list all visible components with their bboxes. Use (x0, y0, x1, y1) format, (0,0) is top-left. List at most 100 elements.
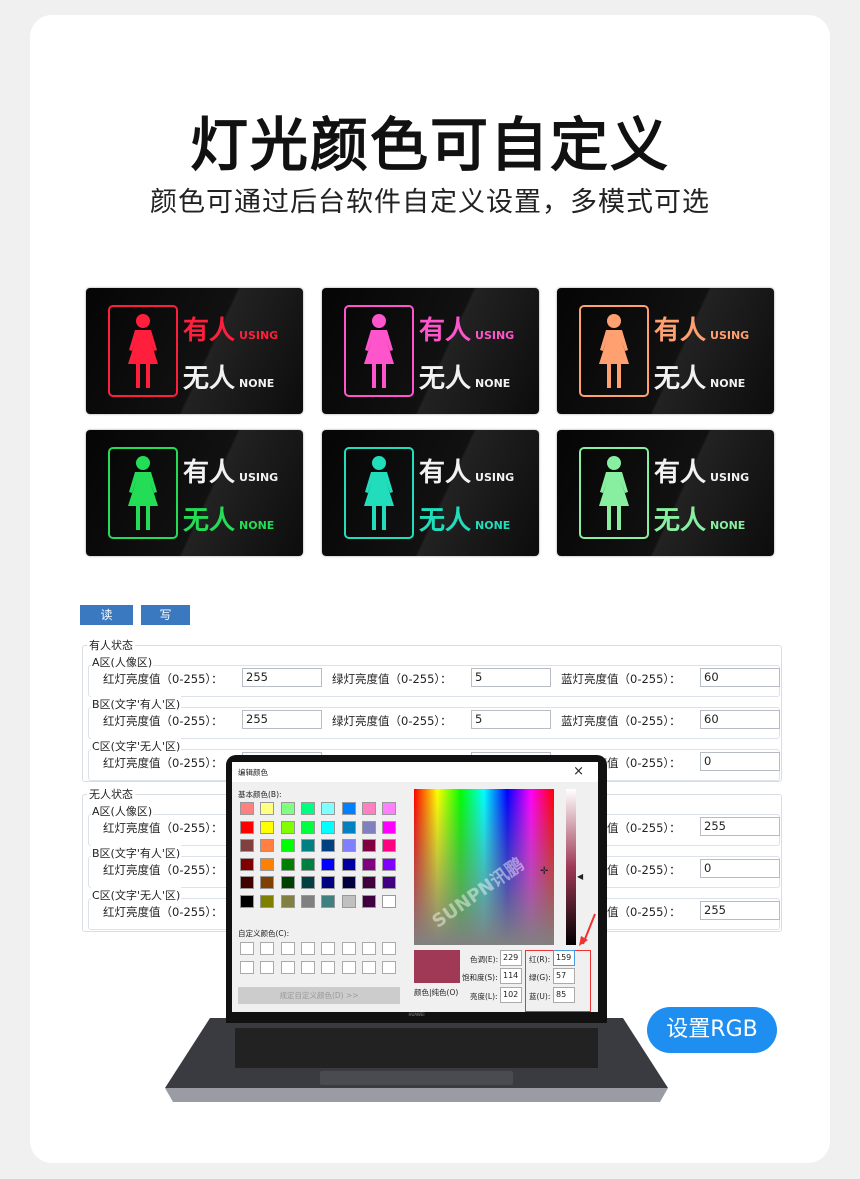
basic-color-swatch[interactable] (280, 857, 295, 871)
female-figure-icon (599, 314, 629, 388)
green-input[interactable]: 57 (553, 968, 575, 984)
define-custom-colors-button[interactable]: 规定自定义颜色(D) >> (238, 987, 400, 1004)
custom-color-swatch[interactable] (361, 942, 376, 955)
basic-color-swatch[interactable] (240, 895, 254, 908)
basic-color-swatch[interactable] (300, 820, 315, 834)
hue-input[interactable]: 229 (500, 950, 522, 966)
custom-color-swatch[interactable] (382, 942, 397, 955)
custom-color-swatch[interactable] (341, 960, 356, 974)
sat-input[interactable]: 114 (500, 968, 522, 984)
color-spectrum[interactable]: SUNPN讯鹏 ✛ (414, 789, 554, 945)
blue-input[interactable]: 255 (700, 817, 780, 836)
custom-color-swatch[interactable] (361, 960, 376, 974)
red-input[interactable]: 255 (242, 668, 322, 687)
basic-color-swatch[interactable] (300, 895, 315, 908)
custom-color-swatch[interactable] (260, 942, 275, 955)
custom-color-swatch[interactable] (260, 960, 275, 974)
vacant-en-text: NONE (239, 377, 275, 390)
blue-input[interactable]: 60 (700, 668, 780, 687)
basic-color-swatch[interactable] (361, 820, 376, 834)
basic-color-swatch[interactable] (382, 839, 397, 853)
basic-color-swatch[interactable] (341, 802, 356, 815)
custom-color-swatch[interactable] (240, 942, 254, 955)
basic-color-swatch[interactable] (260, 895, 275, 908)
custom-color-swatch[interactable] (382, 960, 397, 974)
basic-color-swatch[interactable] (240, 857, 254, 871)
blue-input[interactable]: 0 (700, 859, 780, 878)
page-subtitle: 颜色可通过后台软件自定义设置，多模式可选 (150, 187, 710, 218)
write-button[interactable]: 写 (141, 605, 190, 625)
red-input[interactable]: 159 (553, 950, 575, 966)
luminance-slider[interactable] (566, 789, 576, 945)
basic-color-swatch[interactable] (361, 857, 376, 871)
basic-color-swatch[interactable] (280, 895, 295, 908)
basic-color-swatch[interactable] (300, 857, 315, 871)
basic-color-swatch[interactable] (280, 802, 295, 815)
basic-color-swatch[interactable] (260, 820, 275, 834)
blue-input[interactable]: 0 (700, 752, 780, 771)
basic-color-swatch[interactable] (321, 820, 336, 834)
green-input[interactable]: 5 (471, 668, 551, 687)
blue-input[interactable]: 60 (700, 710, 780, 729)
page-title: 灯光颜色可自定义 (189, 111, 670, 179)
basic-color-swatch[interactable] (361, 839, 376, 853)
basic-color-swatch[interactable] (361, 802, 376, 815)
basic-color-swatch[interactable] (341, 820, 356, 834)
basic-color-swatch[interactable] (382, 820, 397, 834)
lum-input[interactable]: 102 (500, 987, 522, 1003)
basic-color-swatch[interactable] (321, 802, 336, 815)
restroom-sign: 有人 USING 无人 NONE (86, 430, 303, 556)
basic-color-swatch[interactable] (321, 895, 336, 908)
basic-color-swatch[interactable] (240, 820, 254, 834)
basic-color-swatch[interactable] (300, 839, 315, 853)
basic-color-swatch[interactable] (321, 857, 336, 871)
custom-color-swatch[interactable] (280, 960, 295, 974)
basic-color-swatch[interactable] (321, 839, 336, 853)
close-icon[interactable]: × (573, 764, 584, 779)
basic-color-swatch[interactable] (260, 839, 275, 853)
basic-color-swatch[interactable] (341, 839, 356, 853)
occupied-en-text: USING (710, 329, 750, 342)
blue-input[interactable]: 85 (553, 987, 575, 1003)
green-input[interactable]: 5 (471, 710, 551, 729)
blue-input[interactable]: 255 (700, 901, 780, 920)
custom-color-swatch[interactable] (341, 942, 356, 955)
female-figure-icon (599, 456, 629, 530)
watermark: SUNPN讯鹏 (428, 853, 529, 933)
custom-color-swatch[interactable] (321, 960, 336, 974)
basic-color-swatch[interactable] (382, 857, 397, 871)
custom-color-swatch[interactable] (280, 942, 295, 955)
basic-color-swatch[interactable] (382, 876, 397, 890)
basic-color-swatch[interactable] (300, 802, 315, 815)
basic-color-swatch[interactable] (240, 876, 254, 890)
basic-color-swatch[interactable] (341, 857, 356, 871)
vacant-text: 无人 (654, 506, 707, 536)
custom-color-swatch[interactable] (300, 960, 315, 974)
basic-color-swatch[interactable] (361, 895, 376, 908)
custom-color-swatch[interactable] (321, 942, 336, 955)
custom-color-swatch[interactable] (300, 942, 315, 955)
basic-color-swatch[interactable] (260, 876, 275, 890)
basic-color-swatch[interactable] (341, 876, 356, 890)
basic-color-swatch[interactable] (280, 839, 295, 853)
vacant-text: 无人 (419, 506, 472, 536)
basic-color-swatch[interactable] (280, 876, 295, 890)
basic-color-swatch[interactable] (300, 876, 315, 890)
basic-color-swatch[interactable] (382, 802, 397, 815)
basic-color-swatch[interactable] (341, 895, 356, 908)
basic-color-swatch[interactable] (240, 802, 254, 815)
basic-color-swatch[interactable] (260, 857, 275, 871)
red-input[interactable]: 255 (242, 710, 322, 729)
basic-color-swatch[interactable] (382, 895, 397, 908)
basic-color-swatch[interactable] (361, 876, 376, 890)
female-figure-icon (128, 314, 158, 388)
custom-color-swatch[interactable] (240, 960, 254, 974)
zone-label: C区(文字'无人'区) (91, 738, 182, 754)
basic-color-swatch[interactable] (280, 820, 295, 834)
occupied-text: 有人 (183, 458, 236, 488)
basic-color-swatch[interactable] (260, 802, 275, 815)
basic-color-swatch[interactable] (321, 876, 336, 890)
basic-color-swatch[interactable] (240, 839, 254, 853)
slider-arrow-icon[interactable]: ◀ (577, 872, 583, 881)
read-button[interactable]: 读 (80, 605, 133, 625)
